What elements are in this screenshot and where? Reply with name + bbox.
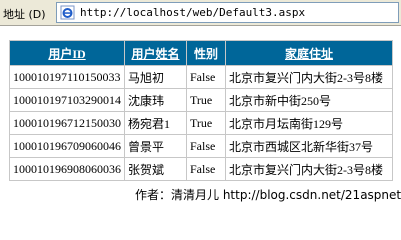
cell-user-name: 张贺斌 <box>124 157 187 181</box>
address-bar: 地址 (D) http://localhost/web/Default3.asp… <box>0 0 401 26</box>
cell-gender: False <box>186 134 226 158</box>
address-input[interactable]: http://localhost/web/Default3.aspx <box>56 2 399 23</box>
url-text: http://localhost/web/Default3.aspx <box>80 6 306 19</box>
cell-address: 北京市月坛南街129号 <box>225 111 393 135</box>
table-row: 100010197110150033 马旭初 False 北京市复兴门内大街2-… <box>9 65 393 89</box>
cell-address: 北京市复兴门内大街2-3号8楼 <box>225 65 393 89</box>
table-row: 100010196908060036 张贺斌 False 北京市复兴门内大街2-… <box>9 157 393 181</box>
cell-gender: True <box>186 111 226 135</box>
cell-user-id: 100010197110150033 <box>9 65 125 89</box>
header-address[interactable]: 家庭住址 <box>225 40 393 66</box>
cell-user-name: 沈康玮 <box>124 88 187 112</box>
cell-address: 北京市复兴门内大街2-3号8楼 <box>225 157 393 181</box>
header-user-name[interactable]: 用户姓名 <box>124 40 187 66</box>
header-user-id[interactable]: 用户ID <box>9 40 125 66</box>
address-label: 地址 (D) <box>3 8 46 21</box>
cell-user-id: 100010196908060036 <box>9 157 125 181</box>
cell-gender: False <box>186 65 226 89</box>
ie-page-icon <box>60 5 75 20</box>
cell-user-name: 曾景平 <box>124 134 187 158</box>
cell-gender: False <box>186 157 226 181</box>
author-footer: 作者：清清月儿 http://blog.csdn.net/21aspnet <box>135 188 401 202</box>
table-row: 100010196712150030 杨宛君1 True 北京市月坛南街129号 <box>9 111 393 135</box>
header-row: 用户ID 用户姓名 性别 家庭住址 <box>9 40 393 66</box>
cell-address: 北京市新中街250号 <box>225 88 393 112</box>
header-gender: 性别 <box>186 40 226 66</box>
cell-user-id: 100010196709060046 <box>9 134 125 158</box>
cell-gender: True <box>186 88 226 112</box>
user-grid: 用户ID 用户姓名 性别 家庭住址 100010197110150033 马旭初… <box>9 40 393 181</box>
cell-user-name: 马旭初 <box>124 65 187 89</box>
cell-user-id: 100010197103290014 <box>9 88 125 112</box>
cell-user-name: 杨宛君1 <box>124 111 187 135</box>
table-row: 100010197103290014 沈康玮 True 北京市新中街250号 <box>9 88 393 112</box>
cell-user-id: 100010196712150030 <box>9 111 125 135</box>
table-row: 100010196709060046 曾景平 False 北京市西城区北新华街3… <box>9 134 393 158</box>
cell-address: 北京市西城区北新华街37号 <box>225 134 393 158</box>
